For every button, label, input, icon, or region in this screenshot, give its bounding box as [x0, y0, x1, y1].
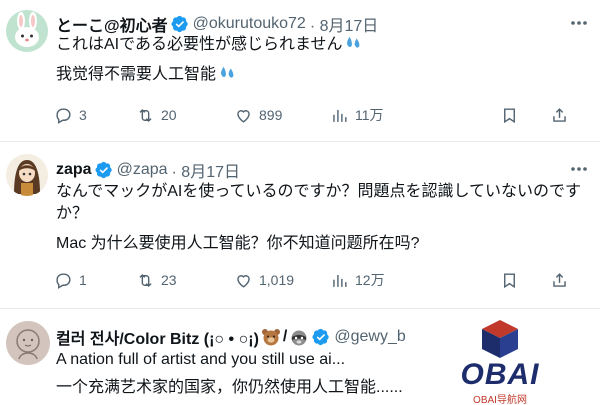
like-count: 1,019	[259, 272, 295, 288]
sketch-avatar-icon	[6, 321, 50, 365]
like-button[interactable]: 899	[234, 106, 330, 125]
display-name[interactable]: zapa	[56, 161, 92, 179]
reply-button[interactable]: 3	[54, 106, 136, 125]
obai-watermark-logo: OBAI OBAI导航网	[445, 318, 555, 405]
retweet-count: 20	[161, 107, 177, 123]
bookmark-button[interactable]	[500, 271, 528, 290]
tweet-header: とーこ@初心者 @okurutouko72 · 8月17日	[56, 12, 378, 36]
logo-subtitle: OBAI导航网	[473, 395, 527, 405]
share-icon	[553, 107, 566, 122]
anime-girl-avatar-icon	[6, 154, 48, 196]
like-icon	[237, 109, 250, 123]
more-icon[interactable]	[568, 158, 590, 180]
sweat-drops-icon	[221, 66, 234, 78]
views-icon	[333, 109, 347, 122]
tweet-translation: Mac 为什么要使用人工智能？你不知道问题所在吗?	[56, 235, 420, 252]
tweet-text: A nation full of artist and you still us…	[56, 351, 346, 368]
retweet-icon	[139, 108, 152, 122]
tweet-text-continued: か？	[56, 205, 89, 222]
avatar-tokoko[interactable]	[6, 10, 48, 52]
more-icon[interactable]	[568, 12, 590, 34]
views-button[interactable]: 12万	[330, 270, 446, 290]
share-button[interactable]	[550, 271, 574, 290]
bookmark-icon	[504, 107, 515, 123]
tweet-translation: 我觉得不需要人工智能	[56, 66, 217, 83]
like-count: 899	[259, 107, 283, 123]
tweet-date[interactable]: · 8月17日	[172, 158, 240, 182]
sweat-drops-icon	[347, 36, 360, 48]
tweet-2[interactable]: zapa @zapa · 8月17日 なんでマックがAIを使っているのですか？問…	[0, 142, 600, 302]
display-name[interactable]: とーこ@初心者	[56, 12, 168, 36]
tweet-1[interactable]: とーこ@初心者 @okurutouko72 · 8月17日 これはAIである必要…	[0, 0, 600, 140]
handle[interactable]: @zapa	[117, 161, 168, 179]
views-button[interactable]: 11万	[330, 105, 446, 125]
raccoon-emoji-icon	[291, 330, 307, 346]
view-count: 11万	[355, 107, 384, 123]
like-button[interactable]: 1,019	[234, 271, 330, 290]
like-icon	[237, 274, 250, 288]
tweet-translation: 一个充满艺术家的国家，你仍然使用人工智能......	[56, 379, 403, 396]
handle[interactable]: @gewy_b	[334, 328, 405, 346]
action-bar: 3 20 899 11万	[54, 103, 574, 127]
rabbit-avatar-icon	[6, 10, 48, 52]
verified-icon	[312, 328, 330, 346]
bear-emoji-icon	[261, 329, 280, 346]
verified-icon	[171, 15, 189, 33]
cube-logo-icon	[482, 320, 518, 358]
retweet-button[interactable]: 23	[136, 271, 234, 290]
logo-wordmark: OBAI	[460, 358, 540, 391]
reply-icon	[56, 107, 71, 124]
bookmark-icon	[504, 272, 515, 288]
avatar-zapa[interactable]	[6, 154, 48, 196]
tweet-header: 컬러 전사/Color Bitz (¡○ • ○¡) / @gewy_b	[56, 325, 406, 349]
retweet-button[interactable]: 20	[136, 106, 234, 125]
reply-button[interactable]: 1	[54, 271, 136, 290]
tweet-text: これはAIである必要性が感じられません	[56, 36, 343, 53]
reply-count: 3	[79, 107, 87, 123]
share-icon	[553, 272, 566, 287]
verified-icon	[95, 161, 113, 179]
avatar-color-bitz[interactable]	[6, 321, 50, 365]
retweet-count: 23	[161, 272, 177, 288]
retweet-icon	[139, 273, 152, 287]
handle[interactable]: @okurutouko72	[193, 15, 306, 33]
share-button[interactable]	[550, 106, 574, 125]
display-name[interactable]: 컬러 전사/Color Bitz (¡○ • ○¡)	[56, 325, 259, 349]
reply-count: 1	[79, 272, 87, 288]
tweet-date[interactable]: · 8月17日	[310, 12, 378, 36]
tweet-text: なんでマックがAIを使っているのですか？問題点を認識していないのです	[56, 183, 582, 200]
bookmark-button[interactable]	[500, 106, 528, 125]
views-icon	[333, 274, 347, 287]
translation-line: 我觉得不需要人工智能	[56, 64, 237, 86]
tweet-text-line: これはAIである必要性が感じられません	[56, 34, 363, 56]
separator: /	[282, 328, 288, 345]
action-bar: 1 23 1,019 12万	[54, 268, 574, 292]
tweet-header: zapa @zapa · 8月17日	[56, 158, 240, 182]
reply-icon	[56, 272, 71, 289]
view-count: 12万	[355, 272, 385, 288]
